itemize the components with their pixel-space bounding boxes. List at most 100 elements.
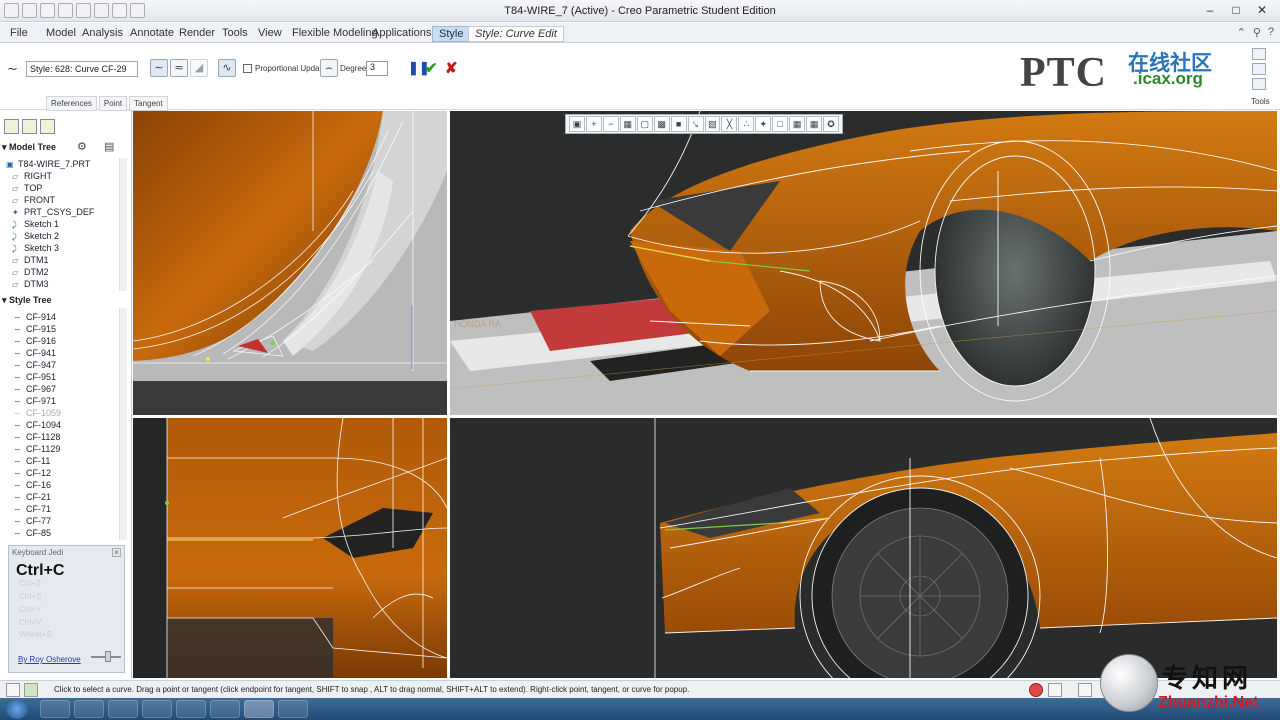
favorites-icon[interactable] bbox=[40, 119, 55, 134]
control-polygon-icon[interactable]: ∿ bbox=[218, 59, 236, 77]
help-icon[interactable]: ? bbox=[1268, 26, 1274, 39]
taskbar-creo-icon[interactable] bbox=[244, 700, 274, 718]
tab-style-curve-edit[interactable]: Style: Curve Edit bbox=[468, 26, 564, 42]
style-tree-item[interactable]: ∼ CF-951 bbox=[14, 371, 61, 383]
datum-display-icon[interactable]: ⤥ bbox=[687, 116, 704, 132]
tree-item[interactable]: ▱ TOP bbox=[6, 182, 94, 194]
style-tree-item[interactable]: ∼ CF-16 bbox=[14, 479, 61, 491]
ribbon-collapse-icon[interactable]: ⌃ bbox=[1237, 26, 1246, 39]
tree-item[interactable]: ⤸ Sketch 2 bbox=[6, 230, 94, 242]
viewport-bottom-left[interactable] bbox=[133, 418, 447, 678]
tree-columns-icon[interactable]: ▤ bbox=[104, 140, 114, 153]
view-manager-icon[interactable]: ▩ bbox=[653, 116, 670, 132]
status-message-icon[interactable] bbox=[24, 683, 38, 697]
stop-regen-icon[interactable] bbox=[1029, 683, 1043, 697]
tree-item[interactable]: ▣ T84-WIRE_7.PRT bbox=[6, 158, 94, 170]
tool-curvature-icon[interactable] bbox=[1252, 78, 1266, 90]
style-tree-item[interactable]: ∼ CF-1059 bbox=[14, 407, 61, 419]
style-curve-field[interactable]: Style: 628: Curve CF-29 bbox=[26, 61, 138, 77]
single-view-icon[interactable]: □ bbox=[772, 116, 789, 132]
style-tree-item[interactable]: ∼ CF-1128 bbox=[14, 431, 61, 443]
taskbar-app-icon[interactable] bbox=[142, 700, 172, 718]
degree-input[interactable]: 3 bbox=[366, 61, 388, 76]
degree-icon[interactable]: ⌢ bbox=[320, 59, 338, 77]
close-icon[interactable]: ✕ bbox=[1250, 2, 1274, 19]
filter-icon[interactable] bbox=[1078, 683, 1092, 697]
tree-item[interactable]: ✦ PRT_CSYS_DEF bbox=[6, 206, 94, 218]
tool-analysis-icon[interactable] bbox=[1252, 48, 1266, 60]
style-tree-item[interactable]: ∼ CF-915 bbox=[14, 323, 61, 335]
author-link[interactable]: By Roy Osherove bbox=[18, 655, 81, 664]
style-tree-item[interactable]: ∼ CF-914 bbox=[14, 311, 61, 323]
style-tree-item[interactable]: ∼ CF-1129 bbox=[14, 443, 61, 455]
cos-curve-icon[interactable]: ◢ bbox=[190, 59, 208, 77]
csys-display-icon[interactable]: ✦ bbox=[755, 116, 772, 132]
subtab-point[interactable]: Point bbox=[98, 96, 128, 111]
close-icon[interactable]: × bbox=[112, 548, 121, 557]
spin-center-icon[interactable]: ✪ bbox=[823, 116, 839, 132]
tab-analysis[interactable]: Analysis bbox=[76, 26, 129, 40]
tree-item[interactable]: ⤸ Sketch 3 bbox=[6, 242, 94, 254]
four-views-icon[interactable]: ▦ bbox=[789, 116, 806, 132]
search-icon[interactable]: ⚲ bbox=[1253, 26, 1261, 39]
style-tree-item[interactable]: ∼ CF-916 bbox=[14, 335, 61, 347]
tree-settings-icon[interactable]: ⚙ bbox=[77, 140, 87, 153]
viewport-top-right[interactable]: HONDA RA bbox=[450, 111, 1277, 415]
viewport-top-left[interactable] bbox=[133, 111, 447, 415]
style-tree-item[interactable]: ∼ CF-1094 bbox=[14, 419, 61, 431]
style-tree-item[interactable]: ∼ CF-21 bbox=[14, 491, 61, 503]
refit-icon[interactable]: ▣ bbox=[569, 116, 585, 132]
saved-orientations-icon[interactable]: ▢ bbox=[636, 116, 653, 132]
tab-file[interactable]: File bbox=[4, 26, 34, 40]
tool-reflection-icon[interactable] bbox=[1252, 63, 1266, 75]
model-tree-header[interactable]: ▾ Model Tree bbox=[2, 142, 56, 153]
repaint-icon[interactable]: ▦ bbox=[619, 116, 636, 132]
taskbar-app-icon[interactable] bbox=[278, 700, 308, 718]
style-tree-item[interactable]: ∼ CF-71 bbox=[14, 503, 61, 515]
style-tree-header[interactable]: ▾ Style Tree bbox=[2, 295, 52, 306]
minimize-icon[interactable]: – bbox=[1198, 2, 1222, 19]
tab-tools[interactable]: Tools bbox=[216, 26, 254, 40]
style-tree-item[interactable]: ∼ CF-12 bbox=[14, 467, 61, 479]
regen-status-icon[interactable] bbox=[1048, 683, 1062, 697]
tree-item[interactable]: ▱ DTM2 bbox=[6, 266, 94, 278]
taskbar-app-icon[interactable] bbox=[176, 700, 206, 718]
subtab-references[interactable]: References bbox=[46, 96, 97, 111]
style-tree-item[interactable]: ∼ CF-941 bbox=[14, 347, 61, 359]
free-curve-icon[interactable]: ∼ bbox=[150, 59, 168, 77]
display-style-icon[interactable]: ■ bbox=[670, 116, 687, 132]
tree-item[interactable]: ▱ DTM1 bbox=[6, 254, 94, 266]
proportional-update-checkbox[interactable] bbox=[243, 64, 252, 73]
grid-icon[interactable]: ▦ bbox=[806, 116, 823, 132]
style-tree-item[interactable]: ∼ CF-947 bbox=[14, 359, 61, 371]
planar-curve-icon[interactable]: ≂ bbox=[170, 59, 188, 77]
opacity-slider-knob[interactable] bbox=[105, 651, 111, 662]
status-grid-icon[interactable] bbox=[6, 683, 20, 697]
taskbar-app-icon[interactable] bbox=[210, 700, 240, 718]
taskbar-app-icon[interactable] bbox=[40, 700, 70, 718]
tab-style[interactable]: Style bbox=[432, 26, 471, 42]
tab-render[interactable]: Render bbox=[173, 26, 221, 40]
folder-browser-icon[interactable] bbox=[22, 119, 37, 134]
ok-check-icon[interactable]: ✔ bbox=[425, 59, 438, 77]
axis-display-icon[interactable]: ╳ bbox=[721, 116, 738, 132]
style-tree-item[interactable]: ∼ CF-971 bbox=[14, 395, 61, 407]
tab-view[interactable]: View bbox=[252, 26, 288, 40]
tree-item[interactable]: ▱ FRONT bbox=[6, 194, 94, 206]
taskbar-app-icon[interactable] bbox=[74, 700, 104, 718]
zoom-out-icon[interactable]: − bbox=[602, 116, 619, 132]
zoom-in-icon[interactable]: + bbox=[585, 116, 602, 132]
style-tree-scrollbar[interactable] bbox=[119, 308, 127, 540]
subtab-tangent[interactable]: Tangent bbox=[129, 96, 168, 111]
cancel-x-icon[interactable]: ✘ bbox=[445, 59, 458, 77]
style-tree-item[interactable]: ∼ CF-967 bbox=[14, 383, 61, 395]
maximize-icon[interactable]: □ bbox=[1224, 2, 1248, 19]
style-tree-item[interactable]: ∼ CF-77 bbox=[14, 515, 61, 527]
tab-applications[interactable]: Applications bbox=[366, 26, 437, 40]
style-tree-item[interactable]: ∼ CF-85 bbox=[14, 527, 61, 539]
tree-item[interactable]: ▱ DTM3 bbox=[6, 278, 94, 290]
start-button-icon[interactable] bbox=[6, 699, 28, 719]
tab-annotate[interactable]: Annotate bbox=[124, 26, 180, 40]
model-tree-scrollbar[interactable] bbox=[119, 158, 127, 291]
tree-item[interactable]: ▱ RIGHT bbox=[6, 170, 94, 182]
